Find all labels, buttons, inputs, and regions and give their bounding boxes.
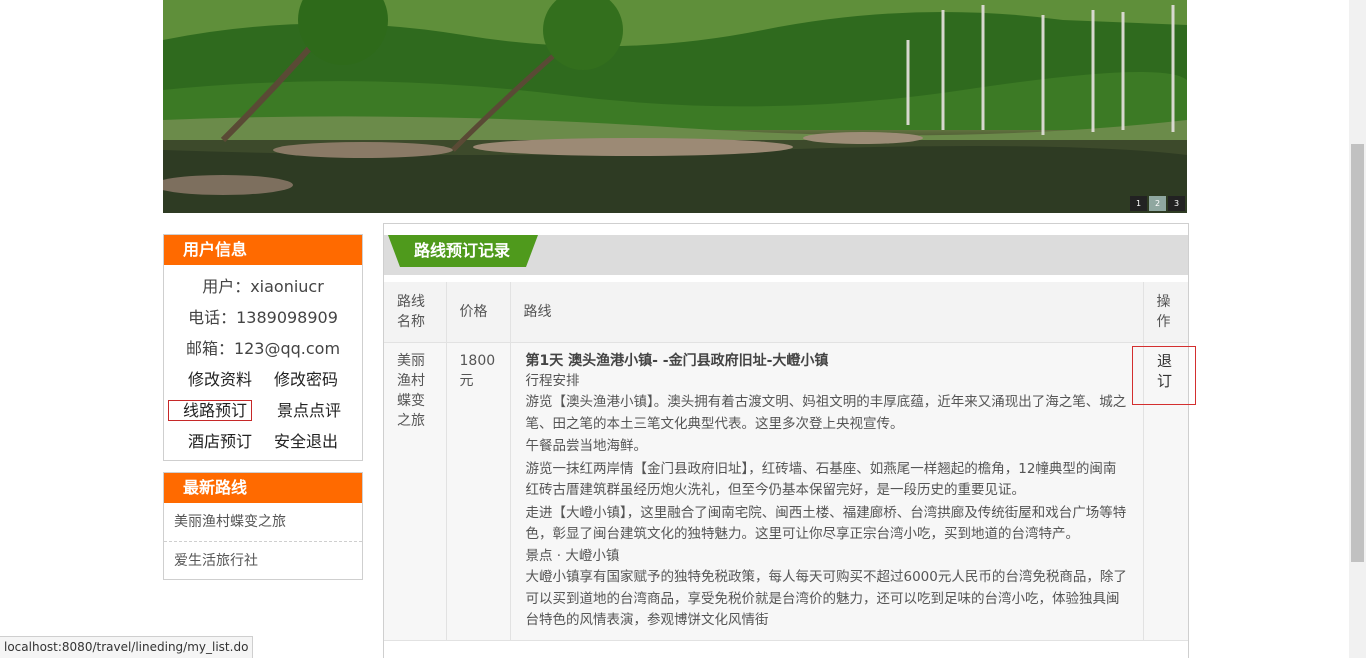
- banner-image: 1 2 3: [163, 0, 1187, 213]
- header-route: 路线: [510, 282, 1144, 343]
- header-price: 价格: [446, 282, 511, 343]
- route-booking-link[interactable]: 线路预订: [163, 395, 257, 426]
- route-line: 大嶝小镇享有国家赋予的独特免税政策，每人每天可购买不超过6000元人民币的台湾免…: [525, 569, 1127, 628]
- cell-route-name: 美丽渔村蝶变之旅: [384, 342, 447, 641]
- user-info-panel: 用户信息 用户：xiaoniucr 电话：1389098909 邮箱：123@q…: [163, 234, 363, 461]
- user-phone: 电话：1389098909: [188, 308, 338, 327]
- user-email: 邮箱：123@qq.com: [185, 339, 341, 358]
- link-row-3: 酒店预订 安全退出: [164, 426, 362, 457]
- table-row: 美丽渔村蝶变之旅 1800元 第1天 澳头渔港小镇- -金门县政府旧址-大嶝小镇…: [384, 342, 1188, 641]
- route-line: 午餐品尝当地海鲜。: [525, 438, 648, 454]
- page-scrollbar[interactable]: [1349, 0, 1366, 658]
- latest-routes-panel: 最新路线 美丽渔村蝶变之旅 爱生活旅行社: [163, 472, 363, 580]
- logout-link[interactable]: 安全退出: [272, 426, 340, 457]
- table-header-row: 路线名称 价格 路线 操作: [384, 282, 1188, 343]
- panel-header: 路线预订记录: [384, 235, 1188, 275]
- latest-route-item[interactable]: 美丽渔村蝶变之旅: [164, 503, 362, 542]
- booking-table: 路线名称 价格 路线 操作 美丽渔村蝶变之旅 1800元 第1天 澳头渔港小镇-…: [384, 282, 1188, 641]
- attraction-review-link[interactable]: 景点点评: [275, 395, 343, 426]
- latest-route-item[interactable]: 爱生活旅行社: [164, 542, 362, 581]
- change-password-link[interactable]: 修改密码: [272, 364, 340, 395]
- route-line: 走进【大嶝小镇】，这里融合了闽南宅院、闽西土楼、福建廊桥、台湾拱廊及传统街屋和戏…: [525, 504, 1127, 543]
- cell-price: 1800元: [446, 342, 511, 641]
- route-line: 游览【澳头渔港小镇】。澳头拥有着古渡文明、妈祖文明的丰厚底蕴，近年来又涌现出了海…: [525, 394, 1127, 432]
- user-name: 用户：xiaoniucr: [202, 277, 324, 296]
- route-line: 景点 · 大嶝小镇: [525, 547, 620, 564]
- route-title: 第1天 澳头渔港小镇- -金门县政府旧址-大嶝小镇: [525, 352, 829, 369]
- banner-landscape: [163, 0, 1187, 213]
- panel-title-tab: 路线预订记录: [388, 235, 538, 267]
- cell-route: 第1天 澳头渔港小镇- -金门县政府旧址-大嶝小镇 行程安排 游览【澳头渔港小镇…: [510, 342, 1144, 641]
- link-row-2: 线路预订 景点点评: [164, 395, 362, 426]
- hotel-booking-link[interactable]: 酒店预订: [186, 426, 254, 457]
- route-line: 行程安排: [525, 372, 580, 389]
- route-description: 行程安排 游览【澳头渔港小镇】。澳头拥有着古渡文明、妈祖文明的丰厚底蕴，近年来又…: [526, 371, 1128, 632]
- slider-dots: 1 2 3: [1130, 196, 1185, 211]
- status-url: localhost:8080/travel/lineding/my_list.d…: [0, 636, 254, 658]
- booking-records-panel: 路线预订记录 路线名称 价格 路线 操作 美丽渔村蝶变之旅 1800元 第1天 …: [383, 223, 1189, 658]
- latest-routes-heading: 最新路线: [164, 473, 362, 503]
- link-row-1: 修改资料 修改密码: [164, 364, 362, 395]
- header-route-name: 路线名称: [384, 282, 447, 343]
- scrollbar-thumb[interactable]: [1351, 144, 1364, 562]
- edit-profile-link[interactable]: 修改资料: [186, 364, 254, 395]
- slider-dot-3[interactable]: 3: [1168, 196, 1185, 211]
- route-line: 游览一抹红两岸情【金门县政府旧址】，红砖墙、石基座、如燕尾一样翘起的檐角，12幢…: [525, 460, 1117, 499]
- slider-dot-2[interactable]: 2: [1149, 196, 1166, 211]
- slider-dot-1[interactable]: 1: [1130, 196, 1147, 211]
- user-info-heading: 用户信息: [164, 235, 362, 265]
- page: 1 2 3 用户信息 用户：xiaoniucr 电话：1389098909 邮箱…: [0, 0, 1366, 658]
- cancel-booking-button[interactable]: 退订: [1157, 351, 1177, 391]
- header-action: 操作: [1143, 282, 1188, 343]
